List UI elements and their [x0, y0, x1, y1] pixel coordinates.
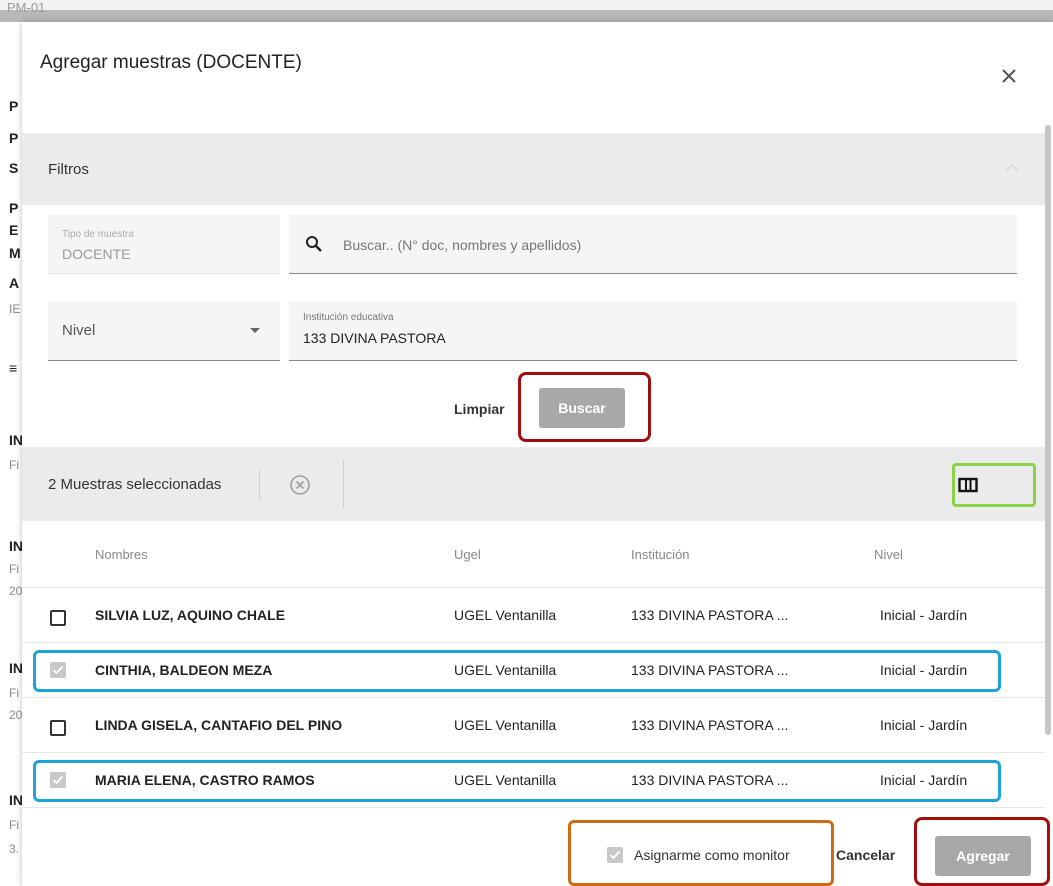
row-checkbox[interactable] [50, 610, 66, 626]
background-side-letter: Fi [9, 562, 19, 576]
column-header-institucion[interactable]: Institución [631, 547, 690, 562]
cell-institucion: 133 DIVINA PASTORA ... [631, 607, 789, 623]
institution-field[interactable]: Institución educativa 133 DIVINA PASTORA [289, 302, 1017, 361]
background-topbar [0, 0, 1053, 22]
background-side-letter: IN [9, 660, 23, 676]
cell-nivel: Inicial - Jardín [880, 607, 968, 623]
background-side-letter: P [9, 130, 19, 146]
search-button-highlight [518, 372, 651, 442]
cell-nombre: SILVIA LUZ, AQUINO CHALE [95, 607, 286, 623]
toolbar-divider [343, 460, 344, 508]
background-side-letter: 20 [9, 584, 23, 598]
cell-ugel: UGEL Ventanilla [454, 607, 557, 623]
row-divider [22, 587, 1045, 588]
level-select[interactable]: Nivel [48, 302, 280, 361]
cell-nombre: LINDA GISELA, CANTAFIO DEL PINO [95, 717, 343, 733]
search-field[interactable] [289, 215, 1017, 274]
toolbar-divider [259, 470, 260, 500]
clear-selection-icon[interactable] [289, 474, 311, 496]
background-side-letter: S [9, 160, 19, 176]
column-header-nombres[interactable]: Nombres [95, 547, 148, 562]
background-side-letter: IN [9, 432, 23, 448]
selected-count-text: 2 Muestras seleccionadas [48, 476, 222, 493]
column-header-nivel[interactable]: Nivel [874, 547, 903, 562]
background-side-letter: IE [9, 302, 21, 316]
sample-type-label: Tipo de muestra [62, 229, 134, 240]
background-side-letter: P [9, 200, 19, 216]
assign-monitor-highlight [568, 820, 834, 886]
institution-value: 133 DIVINA PASTORA [303, 330, 446, 346]
chevron-up-icon[interactable] [1003, 162, 1021, 174]
background-side-letter: IN [9, 792, 23, 808]
row-divider [22, 642, 1045, 643]
columns-button-highlight [952, 463, 1036, 507]
filters-panel-header[interactable] [22, 133, 1045, 205]
level-select-value: Nivel [62, 322, 96, 339]
add-button-highlight [914, 817, 1050, 886]
background-side-letter: P [9, 98, 19, 114]
background-side-letter: Fi [9, 818, 19, 832]
background-side-letter: ≡ [9, 360, 18, 376]
background-side-letter: M [9, 245, 21, 261]
dialog-scrollbar[interactable] [1045, 125, 1051, 735]
column-header-ugel[interactable]: Ugel [454, 547, 481, 562]
background-side-letter: IN [9, 538, 23, 554]
selected-row-highlight [33, 650, 1001, 692]
filters-header-label: Filtros [48, 161, 89, 178]
search-icon [306, 236, 322, 252]
background-side-letter: 3. [9, 842, 20, 856]
clear-button[interactable]: Limpiar [448, 395, 511, 423]
background-side-letter: Fi [9, 458, 19, 472]
cell-institucion: 133 DIVINA PASTORA ... [631, 717, 789, 733]
row-divider [22, 807, 1045, 808]
sample-type-value: DOCENTE [62, 246, 131, 262]
background-side-letter: Fi [9, 686, 19, 700]
cell-nivel: Inicial - Jardín [880, 717, 968, 733]
cell-ugel: UGEL Ventanilla [454, 717, 557, 733]
background-side-letter: E [9, 222, 19, 238]
institution-label: Institución educativa [303, 312, 394, 323]
selected-row-highlight [33, 760, 1001, 802]
row-checkbox[interactable] [50, 720, 66, 736]
search-input[interactable] [341, 229, 985, 261]
cancel-button[interactable]: Cancelar [836, 847, 895, 863]
dropdown-arrow-icon [250, 328, 260, 333]
row-divider [22, 697, 1045, 698]
background-side-letter: 20 [9, 708, 23, 722]
background-page-id: PM-01 [7, 0, 46, 15]
close-icon[interactable] [997, 64, 1021, 88]
background-side-letter: A [9, 275, 20, 291]
row-divider [22, 752, 1045, 753]
sample-type-field: Tipo de muestra DOCENTE [48, 215, 280, 274]
dialog-title: Agregar muestras (DOCENTE) [40, 52, 302, 73]
